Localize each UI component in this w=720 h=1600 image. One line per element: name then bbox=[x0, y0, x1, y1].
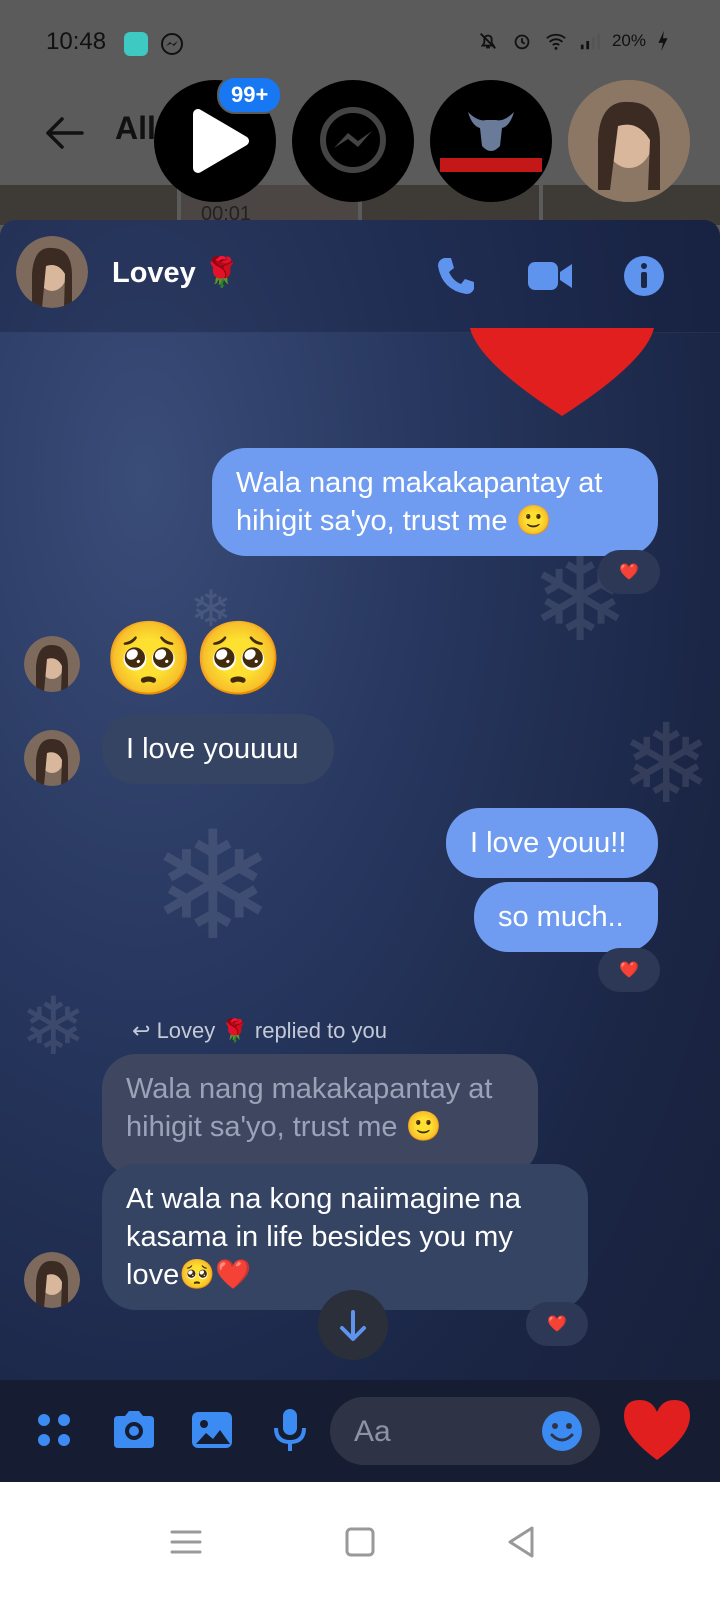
contact-avatar-icon bbox=[568, 80, 690, 202]
contact-name[interactable]: Lovey 🌹 bbox=[112, 256, 240, 290]
voice-call-icon[interactable] bbox=[434, 254, 478, 298]
reply-arrow-icon: ↩ bbox=[132, 1018, 151, 1043]
status-time: 10:48 bbox=[46, 28, 107, 55]
mute-bell-icon bbox=[479, 33, 496, 49]
background-app-title: All bbox=[115, 110, 156, 146]
status-icons: 20% bbox=[476, 30, 670, 52]
arrow-down-icon bbox=[340, 1310, 366, 1341]
notification-badge: 99+ bbox=[217, 76, 283, 114]
outgoing-message[interactable]: Wala nang makakapantay at hihigit sa'yo,… bbox=[212, 448, 658, 556]
app-notification-icon bbox=[124, 32, 148, 56]
chat-head-running-bulls[interactable] bbox=[430, 80, 552, 202]
microphone-icon[interactable] bbox=[266, 1406, 314, 1454]
camera-icon[interactable] bbox=[110, 1406, 158, 1454]
heart-sticker bbox=[470, 328, 654, 416]
chat-head-contact[interactable] bbox=[568, 80, 690, 202]
heart-reaction[interactable]: ❤️ bbox=[526, 1302, 588, 1346]
home-icon[interactable] bbox=[340, 1522, 380, 1562]
system-navigation-bar bbox=[0, 1482, 720, 1600]
chat-header: Lovey 🌹 bbox=[0, 220, 720, 333]
outgoing-message[interactable]: I love youu!! bbox=[446, 808, 658, 878]
video-thumbnail[interactable] bbox=[0, 185, 177, 225]
status-bar: 10:48 20% bbox=[0, 0, 720, 88]
message-input[interactable]: Aa bbox=[330, 1397, 600, 1465]
messenger-notification-icon bbox=[161, 33, 183, 55]
contact-avatar-small[interactable] bbox=[24, 730, 80, 786]
bull-logo-icon bbox=[440, 112, 542, 172]
quoted-message[interactable]: Wala nang makakapantay at hihigit sa'yo,… bbox=[102, 1054, 538, 1176]
incoming-message[interactable]: At wala na kong naiimagine na kasama in … bbox=[102, 1164, 588, 1310]
message-input-placeholder: Aa bbox=[354, 1415, 391, 1448]
incoming-message[interactable]: I love youuuu bbox=[102, 714, 334, 784]
heart-reaction[interactable]: ❤️ bbox=[598, 550, 660, 594]
contact-avatar-small[interactable] bbox=[24, 1252, 80, 1308]
snowflake-decoration: ❄ bbox=[20, 982, 88, 1071]
messenger-icon bbox=[320, 107, 386, 173]
gallery-icon[interactable] bbox=[188, 1406, 236, 1454]
emoji-message[interactable]: 🥺🥺 bbox=[104, 616, 283, 702]
reply-indicator: ↩ Lovey 🌹 replied to you bbox=[132, 1018, 387, 1044]
more-apps-icon[interactable] bbox=[30, 1406, 78, 1454]
back-arrow-icon[interactable] bbox=[44, 115, 84, 151]
charging-icon bbox=[658, 30, 668, 52]
snowflake-decoration: ❄ bbox=[150, 802, 276, 970]
heart-send-icon[interactable] bbox=[622, 1398, 692, 1462]
outgoing-message[interactable]: so much.. bbox=[474, 882, 658, 952]
alarm-icon bbox=[514, 34, 530, 50]
chat-head-messenger[interactable] bbox=[292, 80, 414, 202]
reply-label: Lovey 🌹 replied to you bbox=[156, 1018, 387, 1043]
battery-percent: 20% bbox=[611, 31, 646, 50]
contact-avatar-small[interactable] bbox=[24, 636, 80, 692]
video-call-icon[interactable] bbox=[526, 254, 574, 298]
emoji-icon[interactable] bbox=[540, 1409, 584, 1453]
scroll-to-bottom-button[interactable] bbox=[318, 1290, 388, 1360]
recent-apps-icon[interactable] bbox=[166, 1522, 206, 1562]
wifi-icon bbox=[546, 33, 566, 50]
chat-window: ❄ ❄ ❄ ❄ ❄ Lovey 🌹 Wala nang makakapantay… bbox=[0, 220, 720, 1512]
signal-icon bbox=[580, 33, 601, 50]
heart-reaction[interactable]: ❤️ bbox=[598, 948, 660, 992]
info-icon[interactable] bbox=[622, 254, 666, 298]
back-icon[interactable] bbox=[502, 1522, 542, 1562]
contact-avatar[interactable] bbox=[16, 236, 88, 308]
